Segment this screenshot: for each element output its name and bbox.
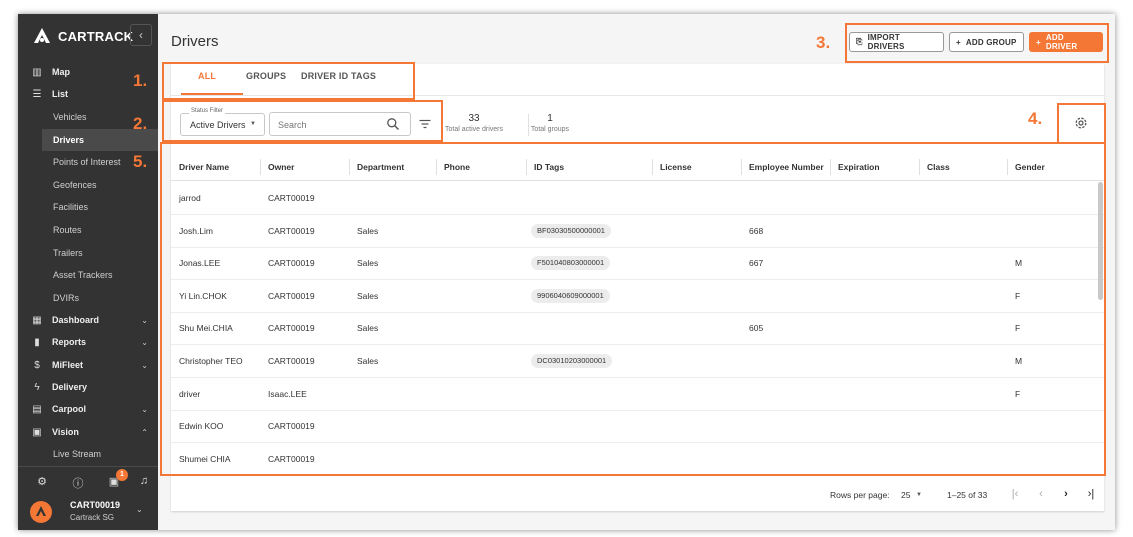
sidebar-subitem-trailers[interactable]: Trailers	[42, 242, 158, 264]
sidebar-item-label: Delivery	[52, 382, 88, 392]
sidebar-item-label: MiFleet	[52, 360, 84, 370]
account-subtitle: Cartrack SG	[70, 513, 115, 522]
brand-logo[interactable]: CARTRACK	[32, 24, 133, 48]
bolt-icon: ϟ	[34, 381, 40, 393]
sidebar-item-mifleet[interactable]: $ MiFleet ⌄	[18, 354, 158, 376]
sidebar-item-label: Map	[52, 67, 70, 77]
sidebar-subitem-live-stream[interactable]: Live Stream	[42, 443, 158, 465]
sidebar-item-label: Carpool	[52, 404, 87, 414]
sidebar-subitem-routes[interactable]: Routes	[42, 219, 158, 241]
avatar[interactable]	[30, 501, 52, 523]
rows-per-page-label: Rows per page:	[830, 490, 890, 500]
annotation-number-5: 5.	[133, 152, 148, 171]
list-icon: ☰	[32, 88, 42, 100]
total-groups-label: Total groups	[530, 126, 570, 133]
annotation-box-5	[160, 142, 1106, 476]
bell-icon[interactable]: ♫	[136, 475, 152, 491]
previous-page-icon[interactable]: ‹	[1034, 487, 1048, 501]
chevron-icon: ⌄	[141, 360, 148, 370]
sidebar-subitem-facilities[interactable]: Facilities	[42, 196, 158, 218]
annotation-box-3	[845, 23, 1109, 63]
settings-icon[interactable]: ⚙	[34, 475, 50, 491]
sidebar-item-label: Reports	[52, 337, 87, 347]
chevron-icon: ⌄	[141, 315, 148, 325]
sidebar-subitem-asset-trackers[interactable]: Asset Trackers	[42, 264, 158, 286]
annotation-number-3: 3.	[816, 33, 831, 52]
sidebar-item-carpool[interactable]: ▤ Carpool ⌄	[18, 398, 158, 420]
sidebar-item-dashboard[interactable]: ▦ Dashboard ⌄	[18, 309, 158, 331]
annotation-number-2: 2.	[133, 114, 148, 133]
chevron-icon: ⌄	[141, 337, 148, 347]
total-active-drivers-label: Total active drivers	[445, 126, 503, 133]
bar-chart-icon: ▮	[34, 336, 40, 348]
annotation-box-4	[1057, 103, 1106, 144]
map-icon: ▥	[32, 66, 42, 78]
sidebar-subitem-dvirs[interactable]: DVIRs	[42, 287, 158, 309]
next-page-icon[interactable]: ›	[1059, 487, 1073, 501]
collapse-sidebar-button[interactable]: ‹	[130, 24, 152, 46]
chevron-icon: ⌄	[141, 404, 148, 414]
sidebar: CARTRACK ‹ ▥ Map ☰ List ▦ Dashboard ⌄ ▮ Reports ⌄…	[18, 14, 158, 530]
help-icon[interactable]: ⓘ	[70, 475, 86, 491]
pagination-range: 1–25 of 33	[947, 490, 988, 500]
annotation-number-4: 4.	[1028, 109, 1043, 128]
chevron-down-icon[interactable]: ⌄	[136, 505, 143, 514]
account-name: CART00019	[70, 500, 121, 510]
sidebar-subitem-geofences[interactable]: Geofences	[42, 174, 158, 196]
chevron-left-icon: ‹	[139, 28, 143, 42]
total-active-drivers-value: 33	[468, 113, 480, 124]
dashboard-icon: ▦	[32, 314, 42, 326]
rows-per-page-select[interactable]: 25	[901, 490, 910, 500]
sidebar-item-vision[interactable]: ▣ Vision ⌃	[18, 421, 158, 443]
annotation-box-2	[162, 100, 443, 142]
last-page-icon[interactable]: ›|	[1084, 487, 1098, 501]
chevron-icon: ⌃	[141, 427, 148, 437]
video-icon: ▣	[32, 426, 42, 438]
annotation-box-1	[162, 62, 415, 100]
sidebar-item-delivery[interactable]: ϟ Delivery	[18, 376, 158, 398]
dollar-icon: $	[34, 359, 40, 371]
sidebar-item-label: Vision	[52, 427, 79, 437]
sidebar-item-label: List	[52, 89, 69, 99]
cartrack-logo-icon	[34, 28, 50, 43]
notification-badge: 1	[116, 469, 128, 481]
sidebar-footer: ⚙ ⓘ ▣ 1 ♫ CART00019 Cartrack SG ⌄	[18, 466, 158, 530]
brand-name: CARTRACK	[58, 28, 134, 44]
sidebar-item-reports[interactable]: ▮ Reports ⌄	[18, 331, 158, 353]
calendar-icon: ▤	[32, 403, 42, 415]
annotation-number-1: 1.	[133, 71, 148, 90]
first-page-icon[interactable]: |‹	[1008, 487, 1022, 501]
sidebar-item-label: Dashboard	[52, 315, 100, 325]
cartrack-avatar-icon	[36, 506, 46, 516]
total-groups-value: 1	[547, 113, 553, 124]
caret-down-icon[interactable]: ▼	[916, 492, 922, 498]
page-title: Drivers	[171, 33, 219, 50]
